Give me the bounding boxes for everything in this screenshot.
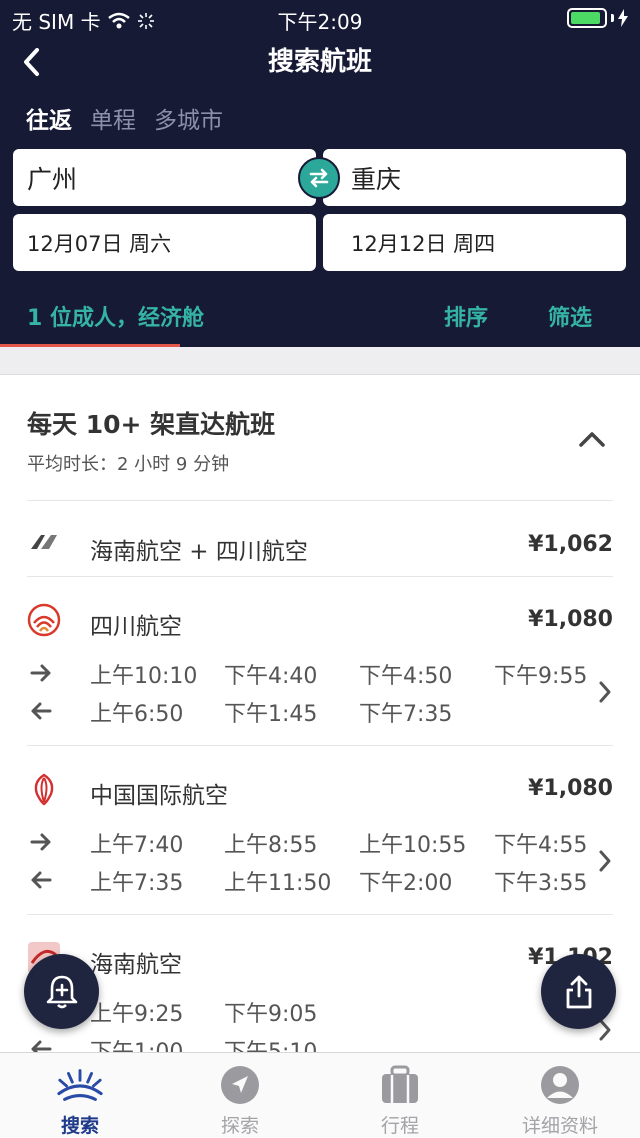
trip-type-tabs: 往返 单程 多城市: [26, 104, 223, 138]
status-time: 下午2:09: [277, 10, 363, 34]
return-times: 上午6:50 下午1:45 下午7:35: [0, 692, 600, 730]
bell-plus-icon: [46, 975, 77, 1008]
battery-icon: [567, 8, 607, 28]
return-date-value: 12月12日 周四: [351, 231, 496, 256]
options-row: 1 位成人，经济舱 排序 筛选: [0, 290, 640, 347]
tab-multi-city[interactable]: 多城市: [154, 104, 223, 138]
tab-round-trip[interactable]: 往返: [26, 104, 72, 138]
divider: [27, 914, 613, 915]
price-alert-button[interactable]: [24, 954, 99, 1029]
outbound-times: 上午10:10 下午4:40 下午4:50 下午9:55: [0, 654, 600, 692]
flight-time: 下午1:45: [224, 702, 318, 727]
flight-time: 下午4:40: [224, 664, 318, 689]
airline-price: ¥1,080: [528, 607, 613, 632]
flight-time: 下午3:55: [494, 871, 588, 896]
airline-name: 中国国际航空: [90, 783, 228, 809]
multi-airline-icon: [27, 524, 61, 558]
depart-date-value: 12月07日 周六: [27, 231, 172, 256]
tab-one-way[interactable]: 单程: [90, 104, 136, 138]
tab-label: 搜索: [60, 1115, 99, 1137]
flight-time: 下午9:55: [494, 664, 588, 689]
origin-city-field[interactable]: 广州: [13, 149, 316, 206]
sichuan-airlines-logo: [27, 603, 61, 637]
status-right: [567, 8, 628, 28]
divider: [27, 500, 613, 501]
charging-bolt-icon: [618, 9, 628, 27]
depart-date-field[interactable]: 12月07日 周六: [13, 214, 316, 271]
outbound-times: 上午7:40 上午8:55 上午10:55 下午4:55: [0, 823, 600, 861]
flight-time: 上午8:55: [224, 833, 318, 858]
suitcase-icon: [376, 1065, 424, 1105]
search-header: 无 SIM 卡 下午2:09 搜索航班 往返 单程 多城市 广州 重庆 12月0…: [0, 0, 640, 347]
return-times: 上午7:35 上午11:50 下午2:00 下午3:55: [0, 861, 600, 899]
airline-price: ¥1,080: [528, 776, 613, 801]
summary-title: 每天 10+ 架直达航班: [27, 410, 276, 439]
airline-price: ¥1,062: [528, 532, 613, 557]
tab-search[interactable]: 搜索: [0, 1053, 160, 1138]
page-title: 搜索航班: [267, 47, 372, 77]
divider: [27, 745, 613, 746]
return-date-field[interactable]: 12月12日 周四: [323, 214, 626, 271]
passengers-cabin-selector[interactable]: 1 位成人，经济舱: [27, 300, 204, 332]
airline-row[interactable]: 四川航空 ¥1,080 上午10:10 下午4:40 下午4:50 下午9:55…: [0, 595, 640, 745]
share-button[interactable]: [541, 954, 616, 1029]
filter-button[interactable]: 筛选: [548, 300, 592, 332]
tab-label: 详细资料: [521, 1115, 598, 1137]
flight-time: 上午7:40: [90, 833, 184, 858]
divider: [27, 576, 613, 577]
compass-arrow-icon: [216, 1065, 264, 1105]
flight-time: 下午5:10: [224, 1034, 317, 1052]
tab-label: 行程: [380, 1115, 419, 1137]
battery-nub: [611, 14, 614, 22]
tab-label: 探索: [220, 1115, 259, 1137]
arrow-right-icon: [30, 833, 51, 851]
flight-time: 上午10:10: [90, 664, 198, 689]
destination-city-field[interactable]: 重庆: [323, 149, 626, 206]
section-gap: [0, 347, 640, 375]
tab-explore[interactable]: 探索: [160, 1053, 320, 1138]
flight-time: 上午10:55: [359, 833, 467, 858]
battery-fill: [571, 12, 600, 24]
flight-time: 下午9:05: [224, 1002, 318, 1027]
arrow-left-icon: [31, 871, 52, 889]
chevron-up-icon: [579, 432, 605, 447]
flight-time: 下午2:00: [359, 871, 453, 896]
flight-time: 上午11:50: [224, 871, 332, 896]
profile-icon: [536, 1065, 584, 1105]
flight-time: 下午4:50: [359, 664, 453, 689]
tab-profile[interactable]: 详细资料: [480, 1053, 640, 1138]
arrow-right-icon: [30, 664, 51, 682]
airline-name: 海南航空 + 四川航空: [90, 539, 308, 565]
flight-time: 上午7:35: [90, 871, 184, 896]
share-icon: [566, 975, 591, 1008]
destination-city-value: 重庆: [351, 164, 402, 194]
flight-time: 上午6:50: [90, 702, 184, 727]
summary-subtitle: 平均时长：2 小时 9 分钟: [27, 454, 230, 475]
origin-city-value: 广州: [27, 164, 78, 194]
swap-cities-button[interactable]: [298, 157, 340, 199]
flight-time: 上午9:25: [90, 1002, 184, 1027]
airline-name: 海南航空: [90, 952, 182, 978]
arrow-left-icon: [31, 702, 52, 720]
sort-button[interactable]: 排序: [444, 300, 488, 332]
chevron-right-icon[interactable]: [594, 677, 616, 707]
status-bar: 无 SIM 卡 下午2:09: [0, 0, 640, 36]
flight-time: 下午1:00: [90, 1034, 183, 1052]
collapse-button[interactable]: [574, 424, 610, 454]
swap-arrows-icon: [309, 168, 329, 188]
airline-row[interactable]: 中国国际航空 ¥1,080 上午7:40 上午8:55 上午10:55 下午4:…: [0, 764, 640, 914]
flight-time: 下午7:35: [359, 702, 453, 727]
airline-name: 四川航空: [90, 614, 182, 640]
bottom-tab-bar: 搜索 探索 行程 详细资料: [0, 1052, 640, 1138]
chevron-right-icon[interactable]: [594, 846, 616, 876]
flight-time: 下午4:55: [494, 833, 588, 858]
tab-trips[interactable]: 行程: [320, 1053, 480, 1138]
return-times: 下午1:00 下午5:10: [0, 1030, 600, 1052]
arrow-left-icon: [31, 1040, 52, 1052]
sunrise-icon: [56, 1065, 104, 1105]
air-china-logo: [27, 772, 61, 806]
airline-row[interactable]: 海南航空 + 四川航空 ¥1,062: [0, 520, 640, 576]
